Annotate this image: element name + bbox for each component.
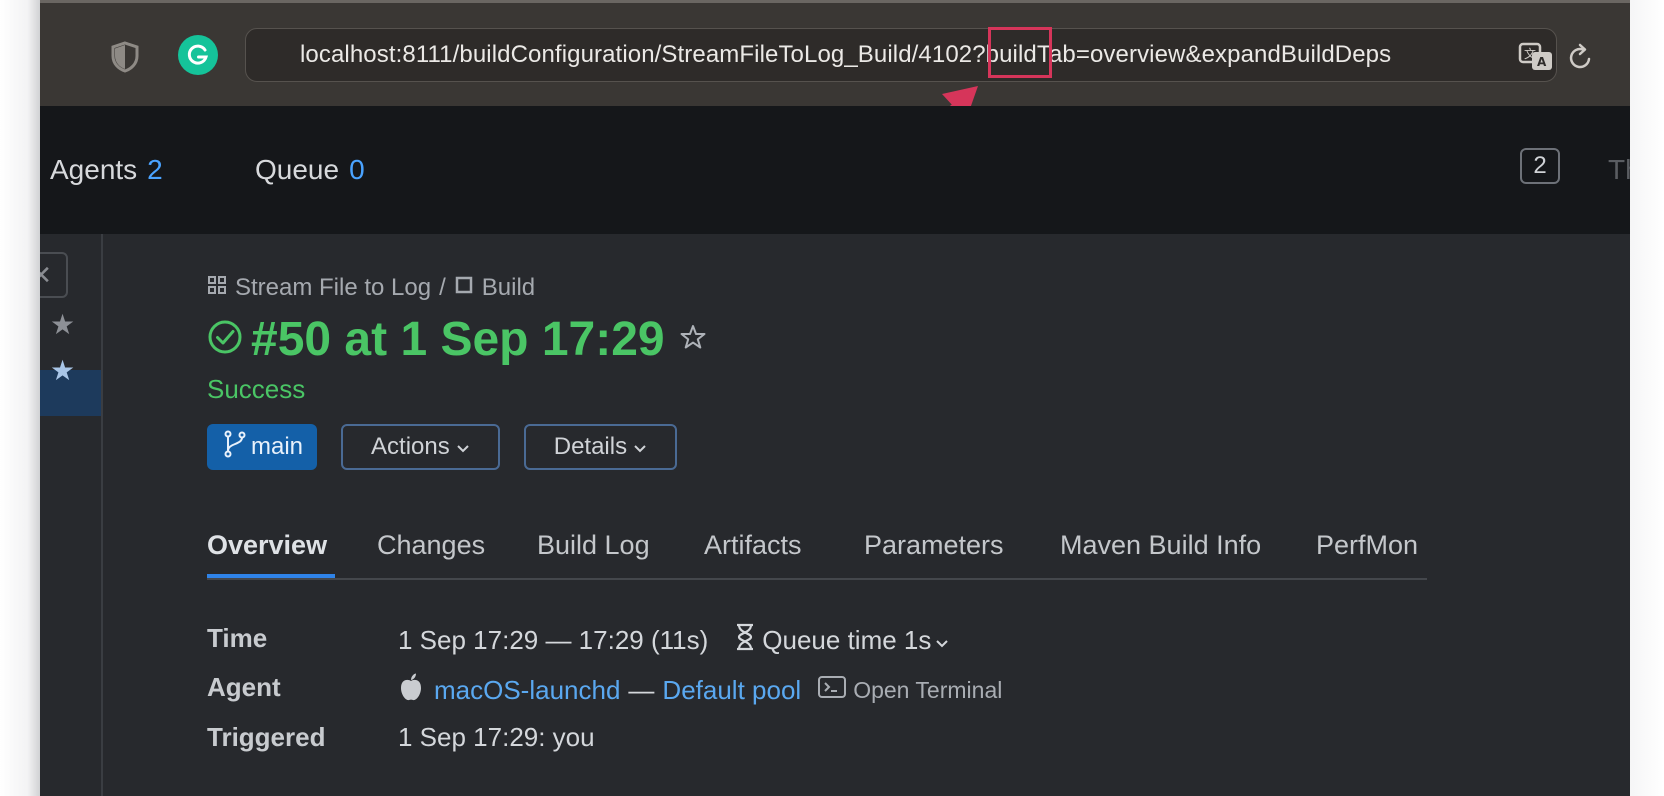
build-overview: Stream File to Log / Build #50 at 1 Sep … — [103, 234, 1630, 796]
chevron-down-icon — [456, 433, 470, 461]
time-row: 1 Sep 17:29 — 17:29 (11s) Queue time 1s — [398, 623, 949, 658]
terminal-icon — [817, 675, 847, 706]
triggered-value: 1 Sep 17:29: you — [398, 722, 595, 752]
details-label: Details — [553, 433, 628, 460]
actions-label: Actions — [371, 433, 450, 460]
url-fade — [1386, 35, 1456, 75]
notification-badge[interactable]: 2 — [1520, 148, 1560, 184]
favorite-star-icon[interactable]: ★ — [50, 354, 75, 387]
build-id-highlight-box — [988, 27, 1052, 78]
browser-toolbar: localhost:8111/buildConfiguration/Stream… — [40, 0, 1630, 106]
sidebar-collapsed: ✕ ★ ★ — [40, 234, 103, 796]
translate-icon[interactable]: 文 A — [1518, 42, 1556, 77]
breadcrumb-build-link[interactable]: Build — [482, 274, 535, 302]
build-actions-row: main Actions Details — [207, 424, 678, 470]
agent-label: Agent — [207, 672, 281, 702]
favorite-star-icon[interactable]: ★ — [50, 308, 75, 341]
triggered-label: Triggered — [207, 722, 326, 752]
actions-dropdown[interactable]: Actions — [341, 424, 500, 470]
browser-window: localhost:8111/buildConfiguration/Stream… — [40, 0, 1630, 796]
queue-time-text: Queue time 1s — [762, 625, 932, 655]
time-value: 1 Sep 17:29 — 17:29 (11s) — [398, 625, 709, 655]
branch-icon — [223, 430, 247, 465]
build-title: #50 at 1 Sep 17:29 — [251, 313, 665, 366]
build-tabs: Overview Changes Build Log Artifacts Par… — [207, 530, 1427, 580]
breadcrumb-project-link[interactable]: Stream File to Log — [235, 274, 431, 302]
url-text[interactable]: localhost:8111/buildConfiguration/Stream… — [300, 41, 1450, 71]
chevron-down-icon — [935, 625, 949, 656]
build-config-icon — [454, 274, 474, 302]
grammarly-icon[interactable] — [178, 35, 218, 75]
agent-link[interactable]: macOS-launchd — [434, 675, 620, 706]
breadcrumb-separator: / — [439, 274, 446, 301]
nav-agents[interactable]: Agents 2 — [50, 154, 163, 186]
branch-button[interactable]: main — [207, 424, 318, 470]
tab-maven-build-info[interactable]: Maven Build Info — [1060, 530, 1261, 561]
details-dropdown[interactable]: Details — [523, 424, 678, 470]
open-terminal-label: Open Terminal — [853, 677, 1003, 703]
branch-label: main — [251, 433, 304, 460]
apple-icon — [398, 672, 424, 709]
reload-icon[interactable] — [1568, 43, 1594, 76]
breadcrumb: Stream File to Log / Build — [207, 274, 535, 302]
star-outline-icon[interactable] — [679, 323, 707, 356]
nav-cut-off[interactable]: The — [1608, 154, 1630, 186]
tab-perfmon[interactable]: PerfMon — [1316, 530, 1418, 561]
agent-pool-link[interactable]: Default pool — [662, 675, 801, 706]
sidebar-close-button[interactable]: ✕ — [40, 252, 68, 298]
hourglass-icon — [734, 623, 756, 658]
address-bar[interactable]: localhost:8111/buildConfiguration/Stream… — [245, 28, 1591, 82]
active-tab-indicator — [207, 574, 335, 578]
shield-icon[interactable] — [110, 41, 140, 78]
build-title-row: #50 at 1 Sep 17:29 — [207, 312, 707, 367]
queue-count: 0 — [349, 154, 365, 185]
success-check-icon — [207, 319, 243, 360]
nav-queue-label: Queue — [255, 154, 340, 185]
svg-text:A: A — [1537, 55, 1547, 69]
tab-overview[interactable]: Overview — [207, 530, 327, 561]
tab-parameters[interactable]: Parameters — [864, 530, 1004, 561]
nav-agents-label: Agents — [50, 154, 138, 185]
queue-time-toggle[interactable]: Queue time 1s — [734, 623, 949, 658]
agent-separator: — — [628, 675, 655, 705]
build-status: Success — [207, 374, 306, 404]
app-header: Agents 2 Queue 0 2 The — [40, 106, 1630, 234]
project-grid-icon — [207, 274, 227, 302]
tab-changes[interactable]: Changes — [377, 530, 485, 561]
agent-row: macOS-launchd — Default pool Open Termin… — [398, 672, 1002, 709]
agents-count: 2 — [147, 154, 163, 185]
open-terminal-button[interactable]: Open Terminal — [817, 675, 1002, 706]
chevron-down-icon — [633, 433, 647, 461]
nav-queue[interactable]: Queue 0 — [255, 154, 365, 186]
time-label: Time — [207, 623, 268, 653]
tab-build-log[interactable]: Build Log — [537, 530, 650, 561]
tab-artifacts[interactable]: Artifacts — [704, 530, 802, 561]
